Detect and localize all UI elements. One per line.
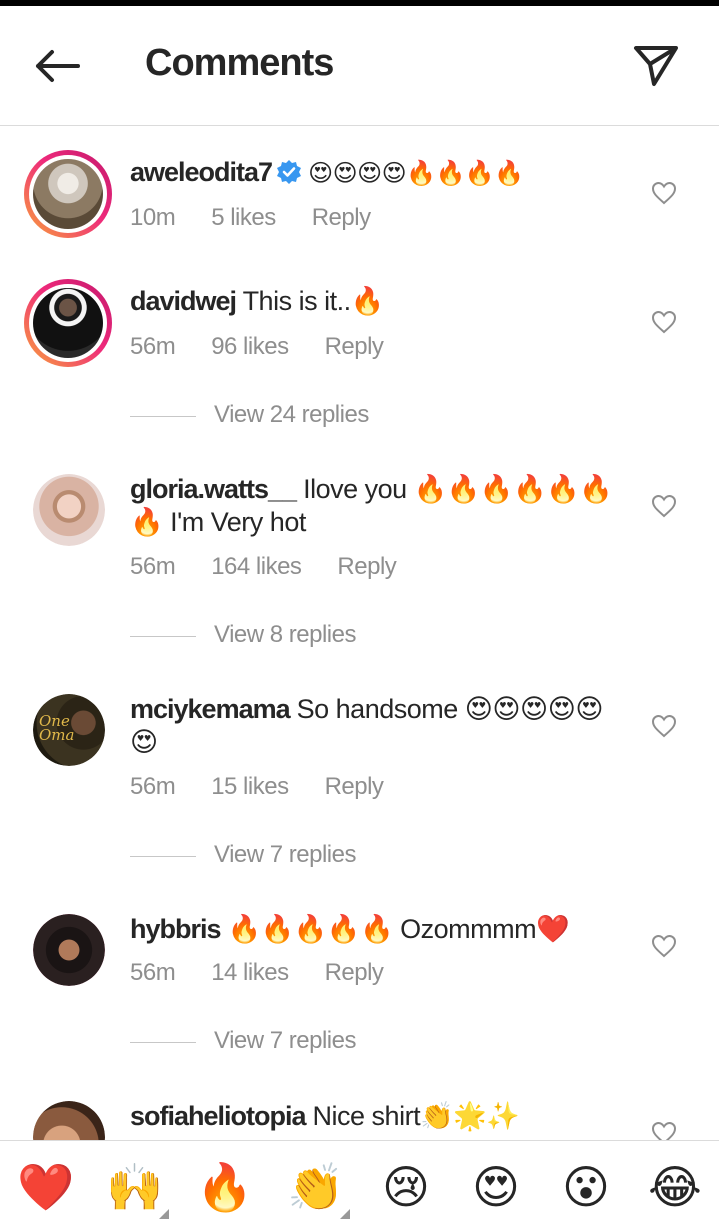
emoji-raising-hands-button[interactable]: 🙌 <box>105 1157 169 1219</box>
reply-button[interactable]: Reply <box>325 959 384 986</box>
comment-likes[interactable]: 96 likes <box>211 333 289 360</box>
avatar <box>33 288 103 358</box>
arrow-left-icon <box>36 50 80 82</box>
emoji-clap-button[interactable]: 👏 <box>286 1157 350 1219</box>
page-title: Comments <box>145 42 334 84</box>
comment-likes[interactable]: 14 likes <box>211 959 289 986</box>
heart-outline-icon[interactable] <box>650 1120 678 1140</box>
comment-text: davidwej This is it..🔥 <box>130 285 630 318</box>
comment-likes[interactable]: 5 likes <box>211 204 276 231</box>
emoji-heart-eyes-button[interactable]: 😍 <box>466 1157 526 1217</box>
share-button[interactable] <box>630 40 682 92</box>
avatar <box>33 159 103 229</box>
avatar[interactable] <box>33 914 105 986</box>
back-button[interactable] <box>30 44 82 88</box>
heart-outline-icon[interactable] <box>650 933 678 959</box>
header: Comments <box>0 6 719 126</box>
avatar[interactable] <box>33 1101 105 1140</box>
skin-tone-indicator-icon <box>159 1209 169 1219</box>
comments-list[interactable]: aweleodita7 😍😍😍😍🔥🔥🔥🔥 10m 5 likes Reply davi… <box>0 126 719 1140</box>
comment-username[interactable]: mciykemama <box>130 694 291 724</box>
comment-username[interactable]: sofiaheliotopia <box>130 1101 307 1131</box>
comment-time: 56m <box>130 773 176 800</box>
view-replies-label[interactable]: View 7 replies <box>214 841 356 869</box>
view-replies-label[interactable]: View 24 replies <box>214 401 369 429</box>
divider <box>130 416 196 417</box>
heart-outline-icon[interactable] <box>650 309 678 335</box>
emoji-surprised-button[interactable]: 😮 <box>556 1157 616 1217</box>
avatar-logo-text: One Oma <box>39 712 75 744</box>
avatar[interactable] <box>33 474 105 546</box>
heart-outline-icon[interactable] <box>650 180 678 206</box>
avatar-image <box>33 474 105 546</box>
reply-button[interactable]: Reply <box>325 773 384 800</box>
comment-text: mciykemama So handsome 😍😍😍😍😍😍 <box>130 693 630 759</box>
skin-tone-indicator-icon <box>340 1209 350 1219</box>
comment-text: gloria.watts__ Ilove you 🔥🔥🔥🔥🔥🔥🔥 I'm Ver… <box>130 473 630 539</box>
emoji-crying-button[interactable]: 😢 <box>376 1157 436 1217</box>
avatar-story-ring[interactable] <box>24 150 112 238</box>
divider <box>130 636 196 637</box>
comment-body: Nice shirt👏🌟✨ <box>312 1101 520 1131</box>
send-icon <box>634 46 678 86</box>
comment-likes[interactable]: 15 likes <box>211 773 289 800</box>
comment-meta: 56m 164 likes Reply <box>130 553 432 581</box>
emoji-fire-button[interactable]: 🔥 <box>195 1157 255 1217</box>
comment-meta: 56m 14 likes Reply <box>130 959 419 987</box>
comment-meta: 10m 5 likes Reply <box>130 204 407 232</box>
comment-time: 56m <box>130 959 176 986</box>
avatar[interactable]: One Oma <box>33 694 105 766</box>
quick-emoji-bar: ❤️ 🙌 🔥 👏 😢 😍 😮 😂 <box>0 1140 719 1225</box>
comment-meta: 56m 15 likes Reply <box>130 773 419 801</box>
comment-text: sofiaheliotopia Nice shirt👏🌟✨ <box>130 1100 630 1133</box>
comment-body: 😍😍😍😍🔥🔥🔥🔥 <box>308 160 524 187</box>
comment-username[interactable]: aweleodita7 <box>130 157 273 187</box>
comment-text: aweleodita7 😍😍😍😍🔥🔥🔥🔥 <box>130 156 630 190</box>
heart-outline-icon[interactable] <box>650 713 678 739</box>
heart-outline-icon[interactable] <box>650 493 678 519</box>
view-replies-label[interactable]: View 7 replies <box>214 1027 356 1055</box>
verified-badge-icon <box>277 160 302 184</box>
comment-body: 🔥🔥🔥🔥🔥 Ozommmm❤️ <box>227 914 570 944</box>
view-replies-label[interactable]: View 8 replies <box>214 621 356 649</box>
comment-username[interactable]: hybbris <box>130 914 222 944</box>
comment-time: 56m <box>130 333 176 360</box>
comment-text: hybbris 🔥🔥🔥🔥🔥 Ozommmm❤️ <box>130 913 630 946</box>
avatar-image <box>33 1101 105 1140</box>
divider <box>130 1042 196 1043</box>
comment-username[interactable]: gloria.watts__ <box>130 474 297 504</box>
comment-time: 10m <box>130 204 176 231</box>
avatar-story-ring[interactable] <box>24 279 112 367</box>
comment-body: This is it..🔥 <box>242 286 385 316</box>
reply-button[interactable]: Reply <box>312 204 371 231</box>
comment-time: 56m <box>130 553 176 580</box>
emoji-raising-hands-glyph: 🙌 <box>106 1161 164 1213</box>
comment-likes[interactable]: 164 likes <box>211 553 302 580</box>
emoji-laughing-button[interactable]: 😂 <box>645 1157 705 1217</box>
comment-meta: 56m 96 likes Reply <box>130 333 419 361</box>
comment-username[interactable]: davidwej <box>130 286 237 316</box>
reply-button[interactable]: Reply <box>337 553 396 580</box>
reply-button[interactable]: Reply <box>325 333 384 360</box>
emoji-clap-glyph: 👏 <box>287 1161 345 1213</box>
divider <box>130 856 196 857</box>
emoji-heart-button[interactable]: ❤️ <box>16 1157 76 1217</box>
avatar-image <box>33 914 105 986</box>
